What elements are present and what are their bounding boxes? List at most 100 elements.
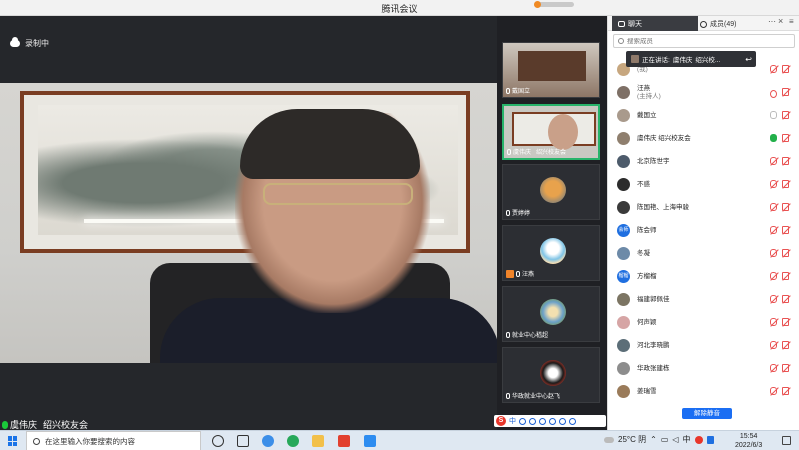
system-clock[interactable]: 15:54 2022/6/3 [735,432,762,450]
microphone-icon[interactable] [770,249,777,257]
cortana-icon[interactable] [212,435,224,447]
main-video-area[interactable]: 录制中 虞伟庆 绍兴校友会 [0,16,497,430]
visibility-icon[interactable] [770,90,777,98]
emoji-icon[interactable] [529,417,536,425]
thumbnail-name: 贾婷婷 [512,211,531,217]
camera-off-icon[interactable] [782,387,789,395]
camera-off-icon[interactable] [782,134,789,142]
microphone-icon[interactable] [770,65,777,73]
tencent-meeting-taskbar-icon[interactable] [364,435,376,447]
member-row[interactable]: 榴榴 方榴榴 [608,265,799,288]
camera-off-icon[interactable] [782,272,789,280]
microphone-icon[interactable] [770,180,777,188]
member-row[interactable]: 汪燕 (主持人) [608,81,799,104]
member-name: 冬凝 [637,249,650,257]
member-row[interactable]: 河北李晓鹏 [608,334,799,357]
network-icon[interactable]: ▭ [661,435,669,444]
thumbnail-5[interactable]: 就业中心嵇超 [502,286,600,342]
camera-off-icon[interactable] [782,88,789,96]
thumbnail-org: 绍兴校友会 [536,150,567,156]
microphone-icon[interactable] [770,111,777,119]
avatar [540,238,566,264]
member-row[interactable]: 不惑 [608,173,799,196]
taskbar-search[interactable]: 在这里输入你要搜索的内容 [26,431,201,450]
search-icon [618,38,624,44]
camera-off-icon[interactable] [782,295,789,303]
chevron-up-icon[interactable]: ⌃ [650,435,657,444]
camera-off-icon[interactable] [782,180,789,188]
punctuation-icon[interactable] [519,417,526,425]
member-row[interactable]: 冬凝 [608,242,799,265]
ime-toolbar[interactable]: S 中 [494,415,606,427]
avatar [540,177,566,203]
keyboard-icon[interactable] [549,417,556,425]
file-explorer-icon[interactable] [312,435,324,447]
member-name: 福建郭佩佳 [637,295,670,303]
task-view-icon[interactable] [237,435,249,447]
camera-off-icon[interactable] [782,65,789,73]
menu-icon[interactable]: ≡ [789,17,794,26]
avatar [617,385,630,398]
app-icon-blue[interactable] [262,435,274,447]
mic-on-icon [2,420,8,429]
camera-off-icon[interactable] [782,249,789,257]
sogou-tray-icon[interactable] [694,435,703,444]
microphone-icon[interactable] [770,318,777,326]
camera-off-icon[interactable] [782,364,789,372]
reply-arrow-icon[interactable]: ↩ [745,55,752,64]
member-row[interactable]: 何声颖 [608,311,799,334]
wps-icon[interactable] [338,435,350,447]
thumbnail-1[interactable]: 戴国立 [502,42,600,98]
ime-indicator[interactable]: 中 [683,434,691,445]
camera-off-icon[interactable] [782,226,789,234]
member-row[interactable]: 会师 陈会师 [608,219,799,242]
microphone-icon[interactable] [770,203,777,211]
tab-chat[interactable]: 聊天 [612,16,698,31]
member-row[interactable]: 华政张建栋 [608,357,799,380]
thumbnail-3[interactable]: 贾婷婷 [502,164,600,220]
microphone-icon[interactable] [770,226,777,234]
cloud-record-icon [10,37,20,47]
microphone-icon[interactable] [770,157,777,165]
microphone-icon[interactable] [770,295,777,303]
member-search[interactable] [613,34,795,48]
drag-handle[interactable] [534,1,574,8]
thumbnail-4[interactable]: 汪燕 [502,225,600,281]
camera-off-icon[interactable] [782,203,789,211]
avatar [617,132,630,145]
shield-icon[interactable] [706,435,714,444]
microphone-icon[interactable] [770,272,777,280]
volume-icon[interactable]: ◁ [672,435,678,444]
camera-off-icon[interactable] [782,111,789,119]
thumbnail-2[interactable]: 虞伟庆 绍兴校友会 [502,104,600,160]
skin-icon[interactable] [559,417,566,425]
member-row[interactable]: 姜瑞雪 [608,380,799,403]
thumbnail-6[interactable]: 华政就业中心赵飞 [502,347,600,403]
search-input[interactable] [627,37,777,45]
microphone-icon[interactable] [770,364,777,372]
windows-start-icon[interactable] [8,436,18,446]
microphone-icon[interactable] [770,387,777,395]
member-row[interactable]: 北京陈世宇 [608,150,799,173]
toolbox-icon[interactable] [569,417,576,425]
close-icon[interactable]: × [778,16,783,26]
camera-off-icon[interactable] [782,157,789,165]
avatar [617,178,630,191]
edge-icon[interactable] [287,435,299,447]
microphone-icon[interactable] [770,341,777,349]
microphone-icon[interactable] [770,134,777,142]
member-row[interactable]: 福建郭佩佳 [608,288,799,311]
notification-icon[interactable] [782,436,791,445]
voice-icon[interactable] [539,417,546,425]
member-row[interactable]: 陈国艳、上海申骏 [608,196,799,219]
camera-off-icon[interactable] [782,318,789,326]
tab-members[interactable]: 成员(49) [700,19,736,29]
member-row[interactable]: 戴国立 [608,104,799,127]
tab-members-label: 成员(49) [710,21,737,28]
unmute-all-button[interactable]: 解除静音 [682,408,732,419]
member-row[interactable]: 虞伟庆 绍兴校友会 [608,127,799,150]
camera-off-icon[interactable] [782,341,789,349]
more-icon[interactable]: ··· [768,17,776,26]
weather-text[interactable]: 25°C 阴 [618,434,646,445]
ime-mode[interactable]: 中 [509,416,516,426]
